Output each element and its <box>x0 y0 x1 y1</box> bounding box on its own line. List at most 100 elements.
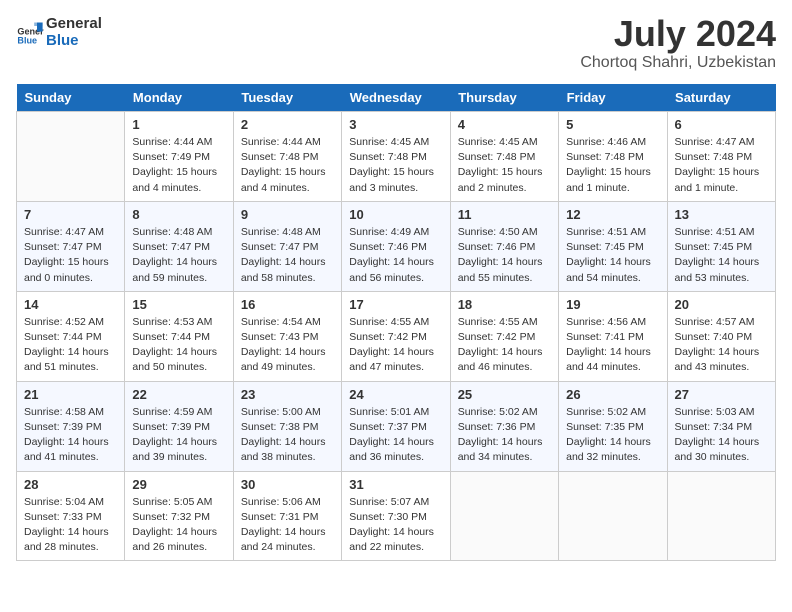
day-info: Sunrise: 4:45 AMSunset: 7:48 PMDaylight:… <box>458 135 551 196</box>
day-number: 23 <box>241 387 334 402</box>
day-number: 21 <box>24 387 117 402</box>
day-info: Sunrise: 5:02 AMSunset: 7:36 PMDaylight:… <box>458 405 551 466</box>
calendar-day-cell: 5Sunrise: 4:46 AMSunset: 7:48 PMDaylight… <box>559 112 667 202</box>
calendar-day-cell: 24Sunrise: 5:01 AMSunset: 7:37 PMDayligh… <box>342 381 450 471</box>
day-number: 31 <box>349 477 442 492</box>
calendar-day-cell: 11 Sunrise: 4:50 AMSunset: 7:46 PMDayligh… <box>450 201 558 291</box>
day-number: 30 <box>241 477 334 492</box>
day-info: Sunrise: 4:44 AMSunset: 7:49 PMDaylight:… <box>132 135 225 196</box>
day-info: Sunrise: 5:00 AMSunset: 7:38 PMDaylight:… <box>241 405 334 466</box>
day-info: Sunrise: 4:56 AMSunset: 7:41 PMDaylight:… <box>566 315 659 376</box>
logo-icon: General Blue <box>16 19 44 47</box>
day-info: Sunrise: 5:06 AMSunset: 7:31 PMDaylight:… <box>241 495 334 556</box>
day-info: Sunrise: 4:53 AMSunset: 7:44 PMDaylight:… <box>132 315 225 376</box>
weekday-header-sunday: Sunday <box>17 84 125 112</box>
day-number: 20 <box>675 297 768 312</box>
calendar-header: SundayMondayTuesdayWednesdayThursdayFrid… <box>17 84 776 112</box>
calendar-day-cell: 22 Sunrise: 4:59 AMSunset: 7:39 PMDayligh… <box>125 381 233 471</box>
day-number: 3 <box>349 117 442 132</box>
calendar-day-cell: 30 Sunrise: 5:06 AMSunset: 7:31 PMDayligh… <box>233 471 341 561</box>
calendar-week-row: 7 Sunrise: 4:47 AMSunset: 7:47 PMDaylight… <box>17 201 776 291</box>
calendar-day-cell: 2 Sunrise: 4:44 AMSunset: 7:48 PMDaylight… <box>233 112 341 202</box>
day-info: Sunrise: 4:59 AMSunset: 7:39 PMDaylight:… <box>132 405 225 466</box>
calendar-day-cell: 17Sunrise: 4:55 AMSunset: 7:42 PMDayligh… <box>342 291 450 381</box>
day-number: 16 <box>241 297 334 312</box>
month-title: July 2024 <box>580 16 776 52</box>
weekday-header-row: SundayMondayTuesdayWednesdayThursdayFrid… <box>17 84 776 112</box>
calendar-day-cell <box>559 471 667 561</box>
calendar-day-cell: 14Sunrise: 4:52 AMSunset: 7:44 PMDayligh… <box>17 291 125 381</box>
weekday-header-thursday: Thursday <box>450 84 558 112</box>
day-number: 10 <box>349 207 442 222</box>
calendar-day-cell: 4 Sunrise: 4:45 AMSunset: 7:48 PMDaylight… <box>450 112 558 202</box>
calendar-day-cell: 16 Sunrise: 4:54 AMSunset: 7:43 PMDayligh… <box>233 291 341 381</box>
weekday-header-friday: Friday <box>559 84 667 112</box>
calendar-day-cell: 18Sunrise: 4:55 AMSunset: 7:42 PMDayligh… <box>450 291 558 381</box>
calendar-day-cell: 28 Sunrise: 5:04 AMSunset: 7:33 PMDayligh… <box>17 471 125 561</box>
logo: General Blue General Blue <box>16 16 102 49</box>
calendar-week-row: 1 Sunrise: 4:44 AMSunset: 7:49 PMDaylight… <box>17 112 776 202</box>
calendar-day-cell: 3 Sunrise: 4:45 AMSunset: 7:48 PMDaylight… <box>342 112 450 202</box>
day-number: 7 <box>24 207 117 222</box>
title-block: July 2024 Chortoq Shahri, Uzbekistan <box>580 16 776 72</box>
day-number: 8 <box>132 207 225 222</box>
day-info: Sunrise: 5:02 AMSunset: 7:35 PMDaylight:… <box>566 405 659 466</box>
day-info: Sunrise: 4:47 AMSunset: 7:48 PMDaylight:… <box>675 135 768 196</box>
calendar-day-cell: 6Sunrise: 4:47 AMSunset: 7:48 PMDaylight… <box>667 112 775 202</box>
day-number: 17 <box>349 297 442 312</box>
day-info: Sunrise: 4:47 AMSunset: 7:47 PMDaylight:… <box>24 225 117 286</box>
calendar-day-cell: 31 Sunrise: 5:07 AMSunset: 7:30 PMDayligh… <box>342 471 450 561</box>
day-info: Sunrise: 4:45 AMSunset: 7:48 PMDaylight:… <box>349 135 442 196</box>
calendar-week-row: 21Sunrise: 4:58 AMSunset: 7:39 PMDayligh… <box>17 381 776 471</box>
day-number: 2 <box>241 117 334 132</box>
day-number: 22 <box>132 387 225 402</box>
svg-text:Blue: Blue <box>17 35 37 45</box>
day-info: Sunrise: 4:48 AMSunset: 7:47 PMDaylight:… <box>241 225 334 286</box>
day-number: 18 <box>458 297 551 312</box>
calendar-day-cell: 10Sunrise: 4:49 AMSunset: 7:46 PMDayligh… <box>342 201 450 291</box>
calendar-day-cell <box>667 471 775 561</box>
day-number: 15 <box>132 297 225 312</box>
day-info: Sunrise: 4:57 AMSunset: 7:40 PMDaylight:… <box>675 315 768 376</box>
calendar-day-cell: 26 Sunrise: 5:02 AMSunset: 7:35 PMDayligh… <box>559 381 667 471</box>
day-info: Sunrise: 4:44 AMSunset: 7:48 PMDaylight:… <box>241 135 334 196</box>
calendar-day-cell: 25 Sunrise: 5:02 AMSunset: 7:36 PMDayligh… <box>450 381 558 471</box>
calendar-week-row: 28 Sunrise: 5:04 AMSunset: 7:33 PMDayligh… <box>17 471 776 561</box>
day-info: Sunrise: 4:46 AMSunset: 7:48 PMDaylight:… <box>566 135 659 196</box>
day-info: Sunrise: 5:07 AMSunset: 7:30 PMDaylight:… <box>349 495 442 556</box>
calendar-week-row: 14Sunrise: 4:52 AMSunset: 7:44 PMDayligh… <box>17 291 776 381</box>
calendar-day-cell: 23 Sunrise: 5:00 AMSunset: 7:38 PMDayligh… <box>233 381 341 471</box>
weekday-header-tuesday: Tuesday <box>233 84 341 112</box>
day-number: 29 <box>132 477 225 492</box>
day-number: 9 <box>241 207 334 222</box>
calendar-body: 1 Sunrise: 4:44 AMSunset: 7:49 PMDaylight… <box>17 112 776 561</box>
calendar-day-cell: 19 Sunrise: 4:56 AMSunset: 7:41 PMDayligh… <box>559 291 667 381</box>
calendar-day-cell: 12 Sunrise: 4:51 AMSunset: 7:45 PMDayligh… <box>559 201 667 291</box>
calendar-day-cell: 15 Sunrise: 4:53 AMSunset: 7:44 PMDayligh… <box>125 291 233 381</box>
day-number: 11 <box>458 207 551 222</box>
day-info: Sunrise: 4:52 AMSunset: 7:44 PMDaylight:… <box>24 315 117 376</box>
day-number: 25 <box>458 387 551 402</box>
day-info: Sunrise: 5:03 AMSunset: 7:34 PMDaylight:… <box>675 405 768 466</box>
day-number: 1 <box>132 117 225 132</box>
page-header: General Blue General Blue July 2024 Chor… <box>16 16 776 72</box>
day-number: 12 <box>566 207 659 222</box>
day-number: 4 <box>458 117 551 132</box>
day-number: 26 <box>566 387 659 402</box>
day-number: 27 <box>675 387 768 402</box>
weekday-header-wednesday: Wednesday <box>342 84 450 112</box>
calendar-table: SundayMondayTuesdayWednesdayThursdayFrid… <box>16 84 776 561</box>
calendar-day-cell: 7 Sunrise: 4:47 AMSunset: 7:47 PMDaylight… <box>17 201 125 291</box>
weekday-header-saturday: Saturday <box>667 84 775 112</box>
day-number: 19 <box>566 297 659 312</box>
day-info: Sunrise: 4:50 AMSunset: 7:46 PMDaylight:… <box>458 225 551 286</box>
calendar-day-cell: 27 Sunrise: 5:03 AMSunset: 7:34 PMDayligh… <box>667 381 775 471</box>
day-number: 28 <box>24 477 117 492</box>
calendar-day-cell: 1 Sunrise: 4:44 AMSunset: 7:49 PMDaylight… <box>125 112 233 202</box>
calendar-day-cell: 21Sunrise: 4:58 AMSunset: 7:39 PMDayligh… <box>17 381 125 471</box>
day-info: Sunrise: 4:51 AMSunset: 7:45 PMDaylight:… <box>675 225 768 286</box>
day-info: Sunrise: 4:51 AMSunset: 7:45 PMDaylight:… <box>566 225 659 286</box>
calendar-day-cell: 13Sunrise: 4:51 AMSunset: 7:45 PMDayligh… <box>667 201 775 291</box>
day-info: Sunrise: 5:04 AMSunset: 7:33 PMDaylight:… <box>24 495 117 556</box>
day-info: Sunrise: 4:54 AMSunset: 7:43 PMDaylight:… <box>241 315 334 376</box>
